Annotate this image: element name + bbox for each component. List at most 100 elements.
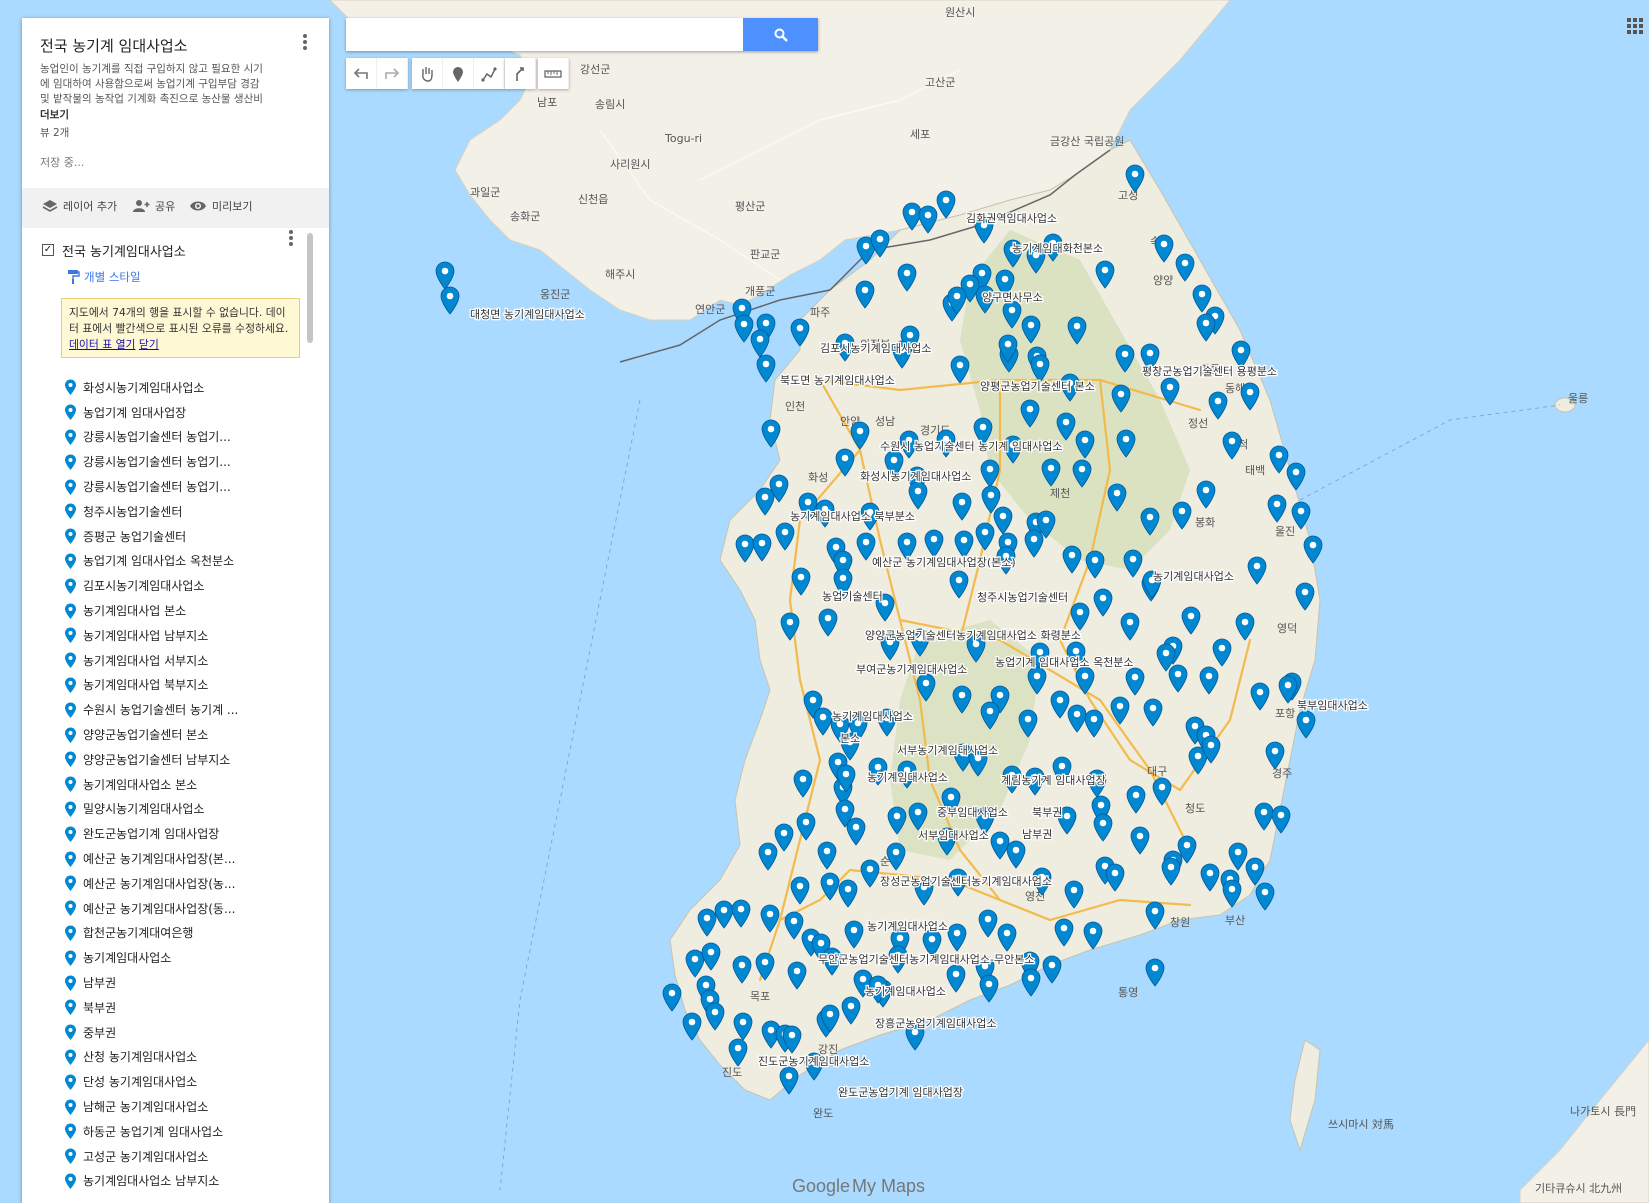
layer-item[interactable]: 증평군 농업기술센터 (64, 524, 314, 549)
layer-item-label: 농기계임대사업 북부지소 (83, 678, 209, 693)
layer-item[interactable]: 강릉시농업기술센터 농업기... (64, 425, 314, 450)
individual-style-link[interactable]: 개별 스타일 (68, 269, 141, 285)
ruler-icon (544, 69, 562, 78)
place-label: 제천 (1050, 486, 1070, 500)
place-label: 원산시 (945, 6, 975, 19)
layer-item[interactable]: 농기계임대사업소 (64, 945, 314, 970)
import-error-warning: 지도에서 74개의 행을 표시할 수 없습니다. 데이터 표에서 빨간색으로 표… (61, 298, 300, 358)
marker-label: 진도군농기계임대사업소 (758, 1055, 869, 1068)
measure-distance-button[interactable] (538, 58, 569, 89)
marker-pin-icon (65, 627, 76, 644)
layer-item[interactable]: 양양군농업기술센터 남부지소 (64, 747, 314, 772)
marker-pin-icon (65, 528, 76, 545)
layer-item[interactable]: 합천군농기계대여은행 (64, 921, 314, 946)
layer-name[interactable]: 전국 농기계임대사업소 (62, 241, 186, 260)
marker-pin-icon (65, 429, 76, 445)
layer-item[interactable]: 고성군 농기계임대사업소 (64, 1144, 314, 1169)
layer-item[interactable]: 남해군 농기계임대사업소 (64, 1094, 314, 1119)
route-tool (505, 58, 536, 89)
marker-label: 청주시농업기술센터 (977, 591, 1068, 604)
map-options-menu-icon[interactable] (296, 32, 314, 56)
layer-item[interactable]: 남부권 (64, 970, 314, 995)
layer-item-label: 강릉시농업기술센터 농업기... (83, 455, 231, 470)
map-title[interactable]: 전국 농기계 임대사업소 (40, 35, 188, 56)
layer-item[interactable]: 강릉시농업기술센터 농업기... (64, 474, 314, 499)
layer-item[interactable]: 강릉시농업기술센터 농업기... (64, 449, 314, 474)
place-label: 울진 (1275, 525, 1295, 538)
layer-item[interactable]: 예산군 농기계임대사업장(동... (64, 896, 314, 921)
layer-item[interactable]: 농기계임대사업 서부지소 (64, 648, 314, 673)
more-link[interactable]: 더보기 (40, 107, 69, 122)
layer-item[interactable]: 화성시농기계임대사업소 (64, 375, 314, 400)
google-logo-text: Google (792, 1176, 851, 1196)
place-label: 남포 (537, 96, 557, 109)
close-warning-link[interactable]: 닫기 (139, 338, 159, 351)
marker-pin-icon (65, 702, 76, 718)
layer-item-label: 수원시 농업기술센터 농기계 ... (83, 703, 239, 718)
layer-item[interactable]: 밀양시농기계임대사업소 (64, 797, 314, 822)
marker-pin-icon (65, 1074, 76, 1090)
search-button[interactable] (743, 18, 818, 51)
place-label: 해주시 (605, 267, 635, 281)
marker-pin-icon (65, 900, 76, 917)
layer-item[interactable]: 수원시 농업기술센터 농기계 ... (64, 697, 314, 722)
place-label: 판교군 (750, 248, 780, 261)
search-input[interactable] (346, 18, 742, 51)
layer-item[interactable]: 예산군 농기계임대사업장(농... (64, 871, 314, 896)
marker-pin-icon (65, 751, 76, 768)
place-label: 사리원시 (610, 158, 650, 171)
add-layer-button[interactable]: 레이어 추가 (42, 198, 117, 214)
layer-item-label: 중부권 (83, 1025, 117, 1040)
layer-item[interactable]: 농기계임대사업 남부지소 (64, 623, 314, 648)
add-directions-button[interactable] (505, 58, 536, 89)
hand-tool-button[interactable] (412, 58, 443, 89)
layer-item[interactable]: 양양군농업기술센터 본소 (64, 722, 314, 747)
place-label: 기타큐슈시 北九州 (1535, 1182, 1622, 1195)
apps-grid-icon[interactable] (1627, 18, 1643, 34)
place-label: Togu-ri (664, 132, 702, 145)
marker-pin-icon (65, 801, 76, 817)
place-label: 쓰시마시 対馬 (1328, 1117, 1394, 1131)
layer-item-label: 양양군농업기술센터 남부지소 (83, 752, 231, 767)
marker-pin-icon (65, 826, 76, 842)
layer-item-label: 농업기계 임대사업장 (83, 405, 187, 420)
layer-item-label: 농기계임대사업소 남부지소 (83, 1174, 220, 1189)
layer-item[interactable]: 하동군 농업기계 임대사업소 (64, 1119, 314, 1144)
open-data-table-link[interactable]: 데이터 표 열기 (69, 338, 135, 351)
marker-pin-icon (65, 999, 76, 1016)
add-marker-button[interactable] (443, 58, 474, 89)
place-label: 울릉 (1568, 392, 1588, 405)
layer-item[interactable]: 농기계임대사업소 남부지소 (64, 1169, 314, 1194)
redo-button[interactable] (377, 58, 408, 89)
layer-item[interactable]: 농기계임대사업소 본소 (64, 772, 314, 797)
layer-item-label: 밀양시농기계임대사업소 (83, 802, 205, 817)
layer-item[interactable]: 농업기계 임대사업장 (64, 400, 314, 425)
layer-item-label: 합천군농기계대여은행 (83, 926, 194, 941)
layer-item[interactable]: 단성 농기계임대사업소 (64, 1069, 314, 1094)
layer-item[interactable]: 예산군 농기계임대사업장(본... (64, 846, 314, 871)
layer-item[interactable]: 농기계임대사업 본소 (64, 598, 314, 623)
place-label: 개풍군 (745, 285, 775, 298)
place-label: 나가토시 長門 (1570, 1105, 1636, 1118)
layer-item-label: 농기계임대사업 서부지소 (83, 653, 209, 668)
layer-visibility-checkbox[interactable]: ✓ (42, 244, 54, 256)
layer-item[interactable]: 산청 농기계임대사업소 (64, 1045, 314, 1070)
place-label: 송화군 (510, 210, 540, 223)
layer-item[interactable]: 청주시농업기술센터 (64, 499, 314, 524)
marker-label: 북부임대사업소 (1297, 699, 1368, 712)
layer-item[interactable]: 농기계임대사업 북부지소 (64, 673, 314, 698)
place-label: 통영 (1118, 986, 1138, 999)
undo-button[interactable] (346, 58, 377, 89)
preview-button[interactable]: 미리보기 (189, 198, 252, 214)
layer-item[interactable]: 완도군농업기계 임대사업장 (64, 821, 314, 846)
layer-item[interactable]: 중부권 (64, 1020, 314, 1045)
layer-item[interactable]: 김포시농기계임대사업소 (64, 573, 314, 598)
draw-line-button[interactable] (474, 58, 505, 89)
marker-label: 북부권 (1032, 806, 1062, 819)
layer-options-menu-icon[interactable] (282, 228, 300, 252)
layer-item[interactable]: 북부권 (64, 995, 314, 1020)
share-button[interactable]: 공유 (132, 198, 175, 214)
map-description: 농업인이 농기계를 직접 구입하지 않고 필요한 시기 에 임대하여 사용함으로… (40, 63, 263, 105)
layer-item[interactable]: 농업기계 임대사업소 옥천분소 (64, 549, 314, 574)
place-label: 청도 (1185, 802, 1205, 815)
